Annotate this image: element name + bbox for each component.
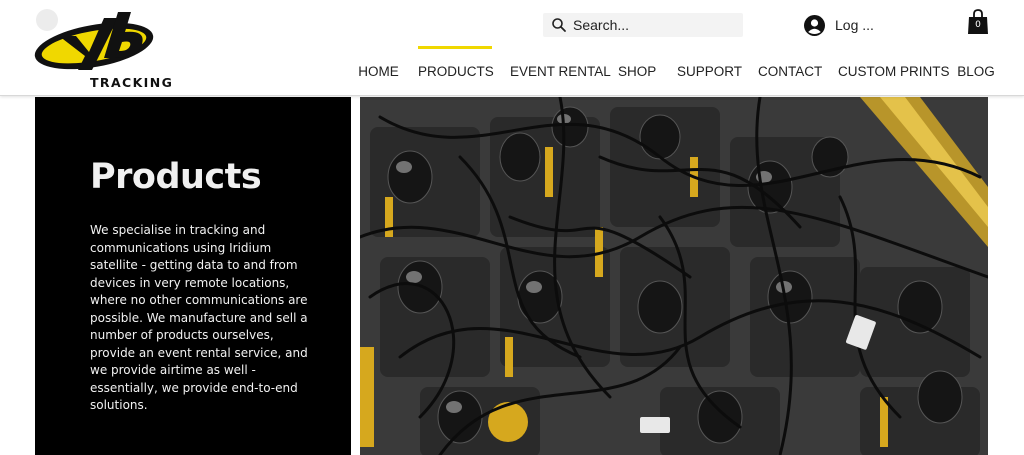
nav-item-contact[interactable]: CONTACT bbox=[758, 46, 822, 96]
products-photo bbox=[360, 97, 988, 455]
nav-item-blog[interactable]: BLOG bbox=[957, 46, 995, 96]
logo-wordmark: TRACKING bbox=[90, 75, 174, 90]
search-icon[interactable] bbox=[551, 17, 567, 33]
nav-item-custom-prints[interactable]: CUSTOM PRINTS bbox=[838, 46, 950, 96]
search-box[interactable] bbox=[543, 13, 743, 37]
tracking-devices-photo-image bbox=[360, 97, 988, 455]
nav-item-home[interactable]: HOME bbox=[357, 46, 400, 96]
search-input[interactable] bbox=[573, 14, 738, 36]
nav-item-products[interactable]: PRODUCTS bbox=[418, 46, 494, 96]
page-title: Products bbox=[90, 157, 262, 197]
login-label: Log ... bbox=[835, 17, 874, 33]
nav-item-event-rental[interactable]: EVENT RENTAL bbox=[510, 46, 611, 96]
nav-item-shop[interactable]: SHOP bbox=[618, 46, 656, 96]
yb-logo-mark-icon bbox=[34, 12, 154, 70]
cart-count-badge: 0 bbox=[975, 20, 981, 30]
nav-item-support[interactable]: SUPPORT bbox=[677, 46, 742, 96]
cart-button[interactable]: 0 bbox=[967, 9, 989, 35]
intro-paragraph: We specialise in tracking and communicat… bbox=[90, 223, 308, 412]
site-header: TRACKING Log ... 0 HOME PRODUCTS EVENT R… bbox=[0, 0, 1024, 96]
login-button[interactable]: Log ... bbox=[804, 13, 874, 37]
yb-tracking-logo[interactable]: TRACKING bbox=[34, 8, 172, 90]
user-avatar-icon bbox=[804, 14, 825, 36]
